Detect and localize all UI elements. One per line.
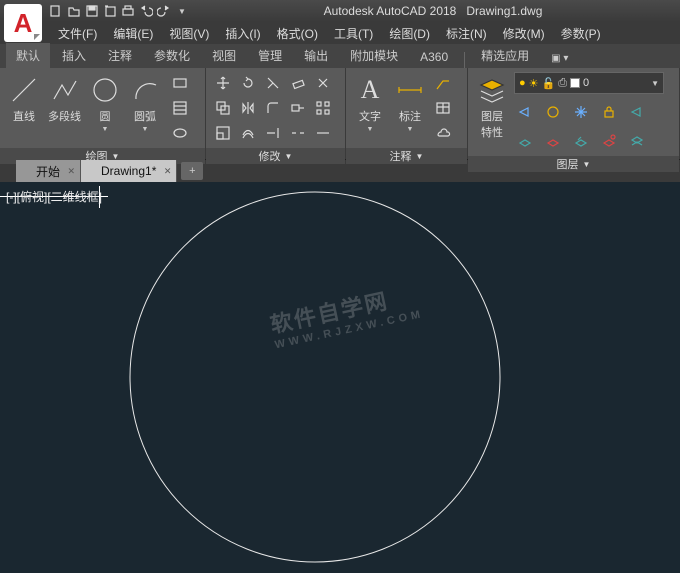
panel-annotation: A 文字▼ 标注▼ 注释▼ <box>346 68 468 159</box>
title-bar: ▼ Autodesk AutoCAD 2018 Drawing1.dwg <box>0 0 680 22</box>
arc-button[interactable]: 圆弧▼ <box>127 72 163 135</box>
saveas-icon[interactable] <box>102 3 118 19</box>
layer-dropdown[interactable]: ● ☀ 🔓 ⎙ 0 ▼ <box>514 72 664 94</box>
layer-match-icon[interactable] <box>626 101 648 123</box>
cloud-icon[interactable] <box>432 122 454 144</box>
panel-modify-title[interactable]: 修改▼ <box>206 148 345 164</box>
quick-access-toolbar: ▼ <box>48 3 190 19</box>
layer-state-icon[interactable] <box>514 101 536 123</box>
join-icon[interactable] <box>312 122 334 144</box>
tab-featured[interactable]: 精选应用 <box>471 43 539 68</box>
dimension-button[interactable]: 标注▼ <box>392 72 428 135</box>
menu-edit[interactable]: 编辑(E) <box>105 23 161 44</box>
panel-annot-title[interactable]: 注释▼ <box>346 148 467 164</box>
print-icon: ⎙ <box>558 77 567 90</box>
new-tab-button[interactable]: + <box>181 162 203 180</box>
panel-modify: 修改▼ <box>206 68 346 159</box>
layer-make-current-icon[interactable] <box>514 130 536 152</box>
new-icon[interactable] <box>48 3 64 19</box>
array-icon[interactable] <box>312 97 334 119</box>
menu-tools[interactable]: 工具(T) <box>326 23 381 44</box>
layer-merge-icon[interactable] <box>626 130 648 152</box>
save-icon[interactable] <box>84 3 100 19</box>
tab-addins[interactable]: 附加模块 <box>340 43 408 68</box>
tab-output[interactable]: 输出 <box>294 43 338 68</box>
panel-layer: 图层 特性 ● ☀ 🔓 ⎙ 0 ▼ <box>468 68 680 159</box>
menu-insert[interactable]: 插入(I) <box>217 23 268 44</box>
panel-layer-title[interactable]: 图层▼ <box>468 156 679 172</box>
copy-icon[interactable] <box>212 97 234 119</box>
sun-icon: ☀ <box>529 77 539 90</box>
menu-dimension[interactable]: 标注(N) <box>438 23 495 44</box>
drawing-circle <box>0 182 680 573</box>
redo-icon[interactable] <box>156 3 172 19</box>
tab-view[interactable]: 视图 <box>202 43 246 68</box>
panel-draw: 直线 多段线 圆▼ 圆弧▼ 绘图▼ <box>0 68 206 159</box>
break-icon[interactable] <box>287 122 309 144</box>
fillet-icon[interactable] <box>262 97 284 119</box>
tab-default[interactable]: 默认 <box>6 43 50 68</box>
offset-icon[interactable] <box>237 122 259 144</box>
layer-previous-icon[interactable] <box>570 130 592 152</box>
erase-icon[interactable] <box>287 72 309 94</box>
drawing-viewport[interactable]: [-][俯视][二维线框] 软件自学网 WWW.RJZXW.COM <box>0 182 680 573</box>
menu-file[interactable]: 文件(F) <box>50 23 105 44</box>
menu-modify[interactable]: 修改(M) <box>495 23 553 44</box>
text-button[interactable]: A 文字▼ <box>352 72 388 135</box>
app-logo[interactable]: A <box>4 4 42 42</box>
rotate-icon[interactable] <box>237 72 259 94</box>
open-icon[interactable] <box>66 3 82 19</box>
extend-icon[interactable] <box>262 122 284 144</box>
layer-name: 0 <box>583 77 648 89</box>
window-title: Autodesk AutoCAD 2018 Drawing1.dwg <box>190 4 676 18</box>
hatch-icon[interactable] <box>169 97 191 119</box>
menu-parametric[interactable]: 参数(P) <box>553 23 609 44</box>
layer-properties-button[interactable]: 图层 特性 <box>474 72 510 142</box>
lock-icon: 🔓 <box>542 77 556 90</box>
menu-bar: 文件(F) 编辑(E) 视图(V) 插入(I) 格式(O) 工具(T) 绘图(D… <box>0 22 680 44</box>
mirror-icon[interactable] <box>237 97 259 119</box>
app-name: Autodesk AutoCAD 2018 <box>324 4 457 18</box>
tab-drawing1[interactable]: Drawing1* <box>81 160 177 182</box>
polyline-button[interactable]: 多段线 <box>46 72 83 126</box>
ellipse-icon[interactable] <box>169 122 191 144</box>
ribbon: 直线 多段线 圆▼ 圆弧▼ 绘图▼ <box>0 68 680 160</box>
leader-icon[interactable] <box>432 72 454 94</box>
ribbon-tabs: 默认 插入 注释 参数化 视图 管理 输出 附加模块 A360 精选应用 ▣ ▾ <box>0 44 680 68</box>
layer-walk-icon[interactable] <box>598 130 620 152</box>
scale-icon[interactable] <box>212 122 234 144</box>
tab-insert[interactable]: 插入 <box>52 43 96 68</box>
explode-icon[interactable] <box>312 72 334 94</box>
trim-icon[interactable] <box>262 72 284 94</box>
menu-draw[interactable]: 绘图(D) <box>381 23 438 44</box>
layer-off-icon[interactable] <box>542 101 564 123</box>
bulb-icon: ● <box>519 77 526 89</box>
undo-icon[interactable] <box>138 3 154 19</box>
tab-start[interactable]: 开始 <box>16 160 81 182</box>
tab-a360[interactable]: A360 <box>410 46 458 68</box>
file-name: Drawing1.dwg <box>466 4 542 18</box>
stretch-icon[interactable] <box>287 97 309 119</box>
tab-annotate[interactable]: 注释 <box>98 43 142 68</box>
table-icon[interactable] <box>432 97 454 119</box>
tab-parametric[interactable]: 参数化 <box>144 43 200 68</box>
layer-freeze-icon[interactable] <box>570 101 592 123</box>
plot-icon[interactable] <box>120 3 136 19</box>
circle-button[interactable]: 圆▼ <box>87 72 123 135</box>
tab-separator <box>464 52 465 68</box>
layer-lock-icon[interactable] <box>598 101 620 123</box>
color-swatch <box>570 78 580 88</box>
line-button[interactable]: 直线 <box>6 72 42 126</box>
rectangle-icon[interactable] <box>169 72 191 94</box>
menu-view[interactable]: 视图(V) <box>161 23 217 44</box>
tab-expand-icon[interactable]: ▣ ▾ <box>541 49 578 68</box>
menu-format[interactable]: 格式(O) <box>269 23 326 44</box>
move-icon[interactable] <box>212 72 234 94</box>
tab-manage[interactable]: 管理 <box>248 43 292 68</box>
qat-dropdown-icon[interactable]: ▼ <box>174 3 190 19</box>
layer-isolate-icon[interactable] <box>542 130 564 152</box>
